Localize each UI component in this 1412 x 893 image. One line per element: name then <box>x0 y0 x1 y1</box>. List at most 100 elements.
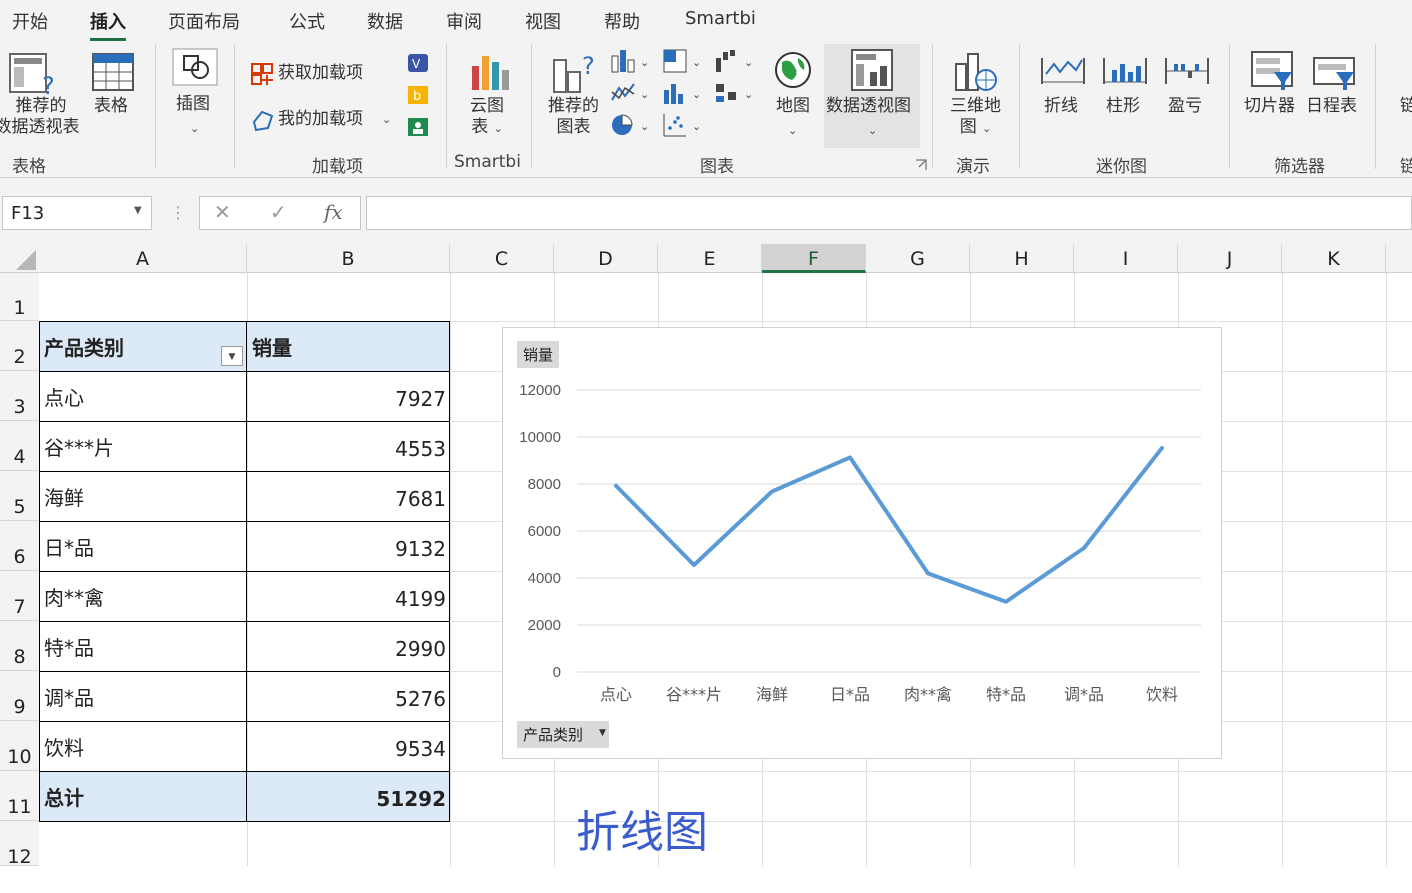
hierarchy-chart-icon[interactable]: ⌄ <box>662 48 702 74</box>
column-chart-icon[interactable]: ⌄ <box>610 48 650 74</box>
pivot-row-label[interactable]: 调*品 <box>40 671 247 721</box>
pivot-total-value[interactable]: 51292 <box>248 772 450 821</box>
more-dots-icon[interactable]: ⋮ <box>170 203 186 222</box>
pivot-row-value[interactable]: 2990 <box>248 621 450 671</box>
table-button[interactable]: 表格 <box>88 48 136 128</box>
row-header-1[interactable]: 1 <box>0 273 39 321</box>
axis-field-dropdown-icon[interactable]: ▼ <box>599 728 606 738</box>
row-header-2[interactable]: 2 <box>0 321 39 371</box>
col-header-j[interactable]: J <box>1178 244 1282 273</box>
row-header-3[interactable]: 3 <box>0 371 39 421</box>
col-header-a[interactable]: A <box>39 244 247 273</box>
visio-icon[interactable]: V <box>406 52 430 74</box>
col-header-i[interactable]: I <box>1074 244 1178 273</box>
pivot-line-chart[interactable]: 销量 020004000600080001000012000点心谷***片海鲜日… <box>502 327 1222 759</box>
tab-home[interactable]: 开始 <box>12 8 48 34</box>
pivot-row-value[interactable]: 4199 <box>248 571 450 621</box>
pivot-row-label[interactable]: 肉**禽 <box>40 571 247 621</box>
formula-input[interactable] <box>366 196 1412 230</box>
map-chart-button[interactable]: 地图 ⌄ <box>770 48 816 136</box>
pivot-row-label[interactable]: 饮料 <box>40 721 247 771</box>
tab-data[interactable]: 数据 <box>367 8 403 34</box>
tab-smartbi[interactable]: Smartbi <box>685 8 756 29</box>
scatter-chart-icon[interactable]: ⌄ <box>662 112 702 138</box>
svg-text:?: ? <box>42 72 55 98</box>
pivot-row-value[interactable]: 9132 <box>248 521 450 571</box>
row-header-6[interactable]: 6 <box>0 521 39 571</box>
row-header-11[interactable]: 11 <box>0 771 39 821</box>
sparkline-column-button[interactable]: 柱形 <box>1100 48 1150 120</box>
slicer-button[interactable]: 切片器 <box>1244 48 1302 120</box>
row-header-12[interactable]: 12 <box>0 821 39 866</box>
pivot-row-label[interactable]: 日*品 <box>40 521 247 571</box>
pivot-row-label[interactable]: 特*品 <box>40 621 247 671</box>
col-header-f[interactable]: F <box>762 244 866 273</box>
tab-insert[interactable]: 插入 <box>90 8 126 34</box>
addins-store-icon <box>250 62 276 86</box>
row-header-10[interactable]: 10 <box>0 721 39 771</box>
row-header-9[interactable]: 9 <box>0 671 39 721</box>
x-tick-label: 海鲜 <box>756 685 788 704</box>
people-graph-icon[interactable] <box>406 116 430 138</box>
pivot-row-value[interactable]: 5276 <box>248 671 450 721</box>
recommended-pivot-button[interactable]: ? 推荐的数据透视表 <box>0 48 80 140</box>
statistic-chart-icon[interactable]: ⌄ <box>662 80 702 106</box>
cancel-icon[interactable]: ✕ <box>214 200 231 224</box>
tab-help[interactable]: 帮助 <box>604 8 640 34</box>
col-header-b[interactable]: B <box>247 244 450 273</box>
illustrations-button[interactable]: 插图 ⌄ <box>170 46 220 134</box>
pivot-total-label[interactable]: 总计 <box>40 772 247 821</box>
col-header-d[interactable]: D <box>554 244 658 273</box>
pivot-chart-button[interactable]: 数据透视图 ⌄ <box>824 48 920 140</box>
waterfall-chart-icon[interactable]: ⌄ <box>714 48 754 74</box>
pivot-row-label[interactable]: 海鲜 <box>40 471 247 521</box>
svg-text:⌄: ⌄ <box>692 120 701 133</box>
row-header-4[interactable]: 4 <box>0 421 39 471</box>
link-label-cut[interactable]: 链 <box>1400 96 1412 117</box>
tab-review[interactable]: 审阅 <box>446 8 482 34</box>
get-addins-button[interactable]: 获取加载项 <box>248 60 378 86</box>
timeline-button[interactable]: 日程表 <box>1306 48 1364 120</box>
pivot-row-value[interactable]: 7681 <box>248 471 450 521</box>
pivot-row-value[interactable]: 9534 <box>248 721 450 771</box>
insert-function-icon[interactable]: fx <box>324 200 343 224</box>
enter-icon[interactable]: ✓ <box>270 200 287 224</box>
filter-dropdown-icon[interactable]: ▼ <box>221 346 243 366</box>
pivot-row-value[interactable]: 7927 <box>248 371 450 421</box>
col-header-h[interactable]: H <box>970 244 1074 273</box>
illustrations-caret-icon: ⌄ <box>190 118 199 139</box>
my-addins-button[interactable]: 我的加载项 ⌄ <box>248 106 398 132</box>
recommended-charts-button[interactable]: ? 推荐的图表 <box>546 48 606 140</box>
col-header-c[interactable]: C <box>450 244 554 273</box>
recommended-charts-label-2: 图表 <box>548 117 599 138</box>
row-header-7[interactable]: 7 <box>0 571 39 621</box>
pivot-header-category[interactable]: 产品类别 <box>40 322 247 371</box>
row-header-5[interactable]: 5 <box>0 471 39 521</box>
sparkline-winloss-button[interactable]: 盈亏 <box>1162 48 1212 120</box>
col-header-e[interactable]: E <box>658 244 762 273</box>
cloud-chart-button[interactable]: 云图表 ⌄ <box>462 48 516 140</box>
col-header-g[interactable]: G <box>866 244 970 273</box>
bing-icon[interactable]: b <box>406 84 430 106</box>
select-all-icon[interactable] <box>0 244 40 273</box>
pivot-row-value[interactable]: 4553 <box>248 421 450 471</box>
y-tick-label: 2000 <box>528 617 561 634</box>
svg-text:⌄: ⌄ <box>640 88 649 101</box>
col-header-k[interactable]: K <box>1282 244 1386 273</box>
line-chart-icon[interactable]: ⌄ <box>610 80 650 106</box>
tab-view[interactable]: 视图 <box>525 8 561 34</box>
tab-formulas[interactable]: 公式 <box>289 8 325 34</box>
name-box-caret-icon[interactable]: ▼ <box>134 205 142 216</box>
axis-field-button[interactable]: 产品类别 <box>517 721 609 748</box>
tab-page-layout[interactable]: 页面布局 <box>168 8 240 34</box>
dialog-launcher-icon[interactable] <box>914 158 928 172</box>
pivot-row-label[interactable]: 谷***片 <box>40 421 247 471</box>
name-box[interactable]: F13 <box>2 196 152 230</box>
sparkline-line-button[interactable]: 折线 <box>1038 48 1088 120</box>
pie-chart-icon[interactable]: ⌄ <box>610 112 650 138</box>
pivot-row-label[interactable]: 点心 <box>40 371 247 421</box>
combo-chart-icon[interactable]: ⌄ <box>714 80 754 106</box>
3d-map-button[interactable]: 三维地图 ⌄ <box>946 48 1006 140</box>
pivot-header-sales[interactable]: 销量 <box>248 322 450 371</box>
row-header-8[interactable]: 8 <box>0 621 39 671</box>
